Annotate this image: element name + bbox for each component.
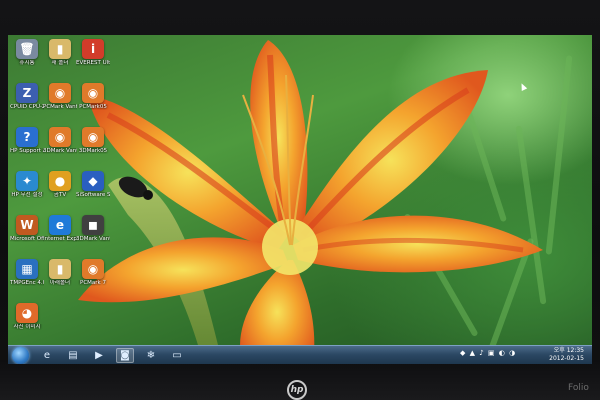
taskbar[interactable]: e ▤ ▶ ◙ ❄ ▭ ◆ ▲ ♪ ▣ ◐ ◑ 오후 12:35 2012-02-15 <box>8 345 592 364</box>
app-icon: ✦ <box>16 171 38 191</box>
hp-logo: hp <box>287 380 307 400</box>
clock-date: 2012-02-15 <box>549 355 584 362</box>
desktop-icon-label: CPUID CPU-Z <box>10 104 44 110</box>
app-icon: 🗑 <box>16 39 38 59</box>
explorer-icon: ▤ <box>68 350 78 361</box>
desktop-icon[interactable]: ?HP Support Assistant <box>10 127 44 154</box>
desktop-icon-label: TMPGEnc 4.0 XPres... <box>10 280 44 286</box>
app-icon: ◆ <box>82 171 104 191</box>
desktop-icon[interactable]: ◉ PCMark05 <box>76 83 110 110</box>
snowflake-icon: ❄ <box>146 350 156 361</box>
desktop-icon[interactable]: ◕ 사진 이미지 <box>10 303 44 330</box>
desktop-icon[interactable]: 🗑 휴지통 <box>10 39 44 66</box>
app-icon: W <box>16 215 38 235</box>
desktop-icon-label: SiSoftware Sandra Li... <box>76 192 110 198</box>
desktop-icon[interactable]: ▮ 새 폴더 <box>43 39 77 66</box>
desktop-icon-label: 3DMark Vantage <box>43 148 77 154</box>
desktop-icon-label: 아래폴더 <box>49 280 71 286</box>
desktop-icon-label: EVEREST Ultima <box>76 60 110 66</box>
taskbar-clock[interactable]: 오후 12:35 2012-02-15 <box>549 347 584 363</box>
taskbar-button-ie[interactable]: e <box>38 348 56 363</box>
desktop-icon-label: Internet Explorer <box>43 236 77 242</box>
desktop-icon-label: 3DMark05 <box>78 148 108 154</box>
app-icon: ◕ <box>16 303 38 323</box>
desktop-icon[interactable]: eInternet Explorer <box>43 215 77 242</box>
desktop-icon-label: PCMark05 <box>79 104 107 110</box>
desktop-icon-label: 3DMark Vantage <box>76 236 110 242</box>
desktop-icon[interactable]: ◉ 3DMark05 <box>76 127 110 154</box>
desktop-icon[interactable]: iEVEREST Ultima <box>76 39 110 66</box>
desktop-icon[interactable]: ▦TMPGEnc 4.0 XPres... <box>10 259 44 286</box>
app-icon: e <box>49 215 71 235</box>
desktop-icon[interactable]: ▮ 아래폴더 <box>43 259 77 286</box>
desktop-icon-label: 휴지통 <box>19 60 35 66</box>
desktop-icon[interactable]: ◆SiSoftware Sandra Li... <box>76 171 110 198</box>
app-icon: ? <box>16 127 38 147</box>
app-icon: ▦ <box>16 259 38 279</box>
desktop-icon-label: 곰TV <box>53 192 67 198</box>
app-icon: Z <box>16 83 38 103</box>
logo-text: hp <box>290 385 304 395</box>
desktop-icon[interactable]: WMicrosoft Office Wo... <box>10 215 44 242</box>
window-icon: ▭ <box>172 350 182 361</box>
app-icon: ▮ <box>49 39 71 59</box>
taskbar-button-snowflake[interactable]: ❄ <box>142 348 160 363</box>
app-icon: ◼ <box>82 215 104 235</box>
desktop-icon-label: 새 폴더 <box>51 60 69 66</box>
app-icon: ◉ <box>82 259 104 279</box>
desktop-icon-label: HP 무선 설정 <box>11 192 43 198</box>
app-icon: ◉ <box>82 127 104 147</box>
desktop-icon[interactable]: ◼3DMark Vantage <box>76 215 110 242</box>
desktop-icon[interactable]: ◉3DMark Vantage <box>43 127 77 154</box>
desktop-icon[interactable]: Z CPUID CPU-Z <box>10 83 44 110</box>
app-icon: i <box>82 39 104 59</box>
model-label: Folio <box>568 383 589 393</box>
taskbar-button-explorer[interactable]: ▤ <box>64 348 82 363</box>
camera-icon: ◙ <box>120 350 130 361</box>
system-tray[interactable]: ◆ ▲ ♪ ▣ ◐ ◑ <box>460 349 516 357</box>
desktop-icon-label: 사진 이미지 <box>13 324 41 330</box>
desktop-icon[interactable]: ✦ HP 무선 설정 <box>10 171 44 198</box>
desktop-icon[interactable]: ● 곰TV <box>43 171 77 198</box>
clock-time: 오후 12:35 <box>553 347 584 354</box>
app-icon: ◉ <box>82 83 104 103</box>
taskbar-button-window[interactable]: ▭ <box>168 348 186 363</box>
app-icon: ● <box>49 171 71 191</box>
desktop-screen[interactable]: 🗑휴지통▮새 폴더iEVEREST UltimaZCPUID CPU-Z◉PCM… <box>8 35 592 364</box>
taskbar-button-media[interactable]: ▶ <box>90 348 108 363</box>
desktop-icon-label: HP Support Assistant <box>10 148 44 154</box>
desktop-icon-label: PCMark Vantage... <box>43 104 77 110</box>
media-icon: ▶ <box>95 350 103 361</box>
start-button[interactable] <box>12 347 29 364</box>
app-icon: ◉ <box>49 83 71 103</box>
taskbar-button-camera[interactable]: ◙ <box>116 348 134 363</box>
app-icon: ◉ <box>49 127 71 147</box>
desktop-icon[interactable]: ◉ PCMark 7 <box>76 259 110 286</box>
app-icon: ▮ <box>49 259 71 279</box>
ie-icon: e <box>43 350 51 361</box>
desktop-icon-label: PCMark 7 <box>80 280 106 286</box>
desktop-icon-label: Microsoft Office Wo... <box>10 236 44 242</box>
desktop-icon[interactable]: ◉PCMark Vantage... <box>43 83 77 110</box>
